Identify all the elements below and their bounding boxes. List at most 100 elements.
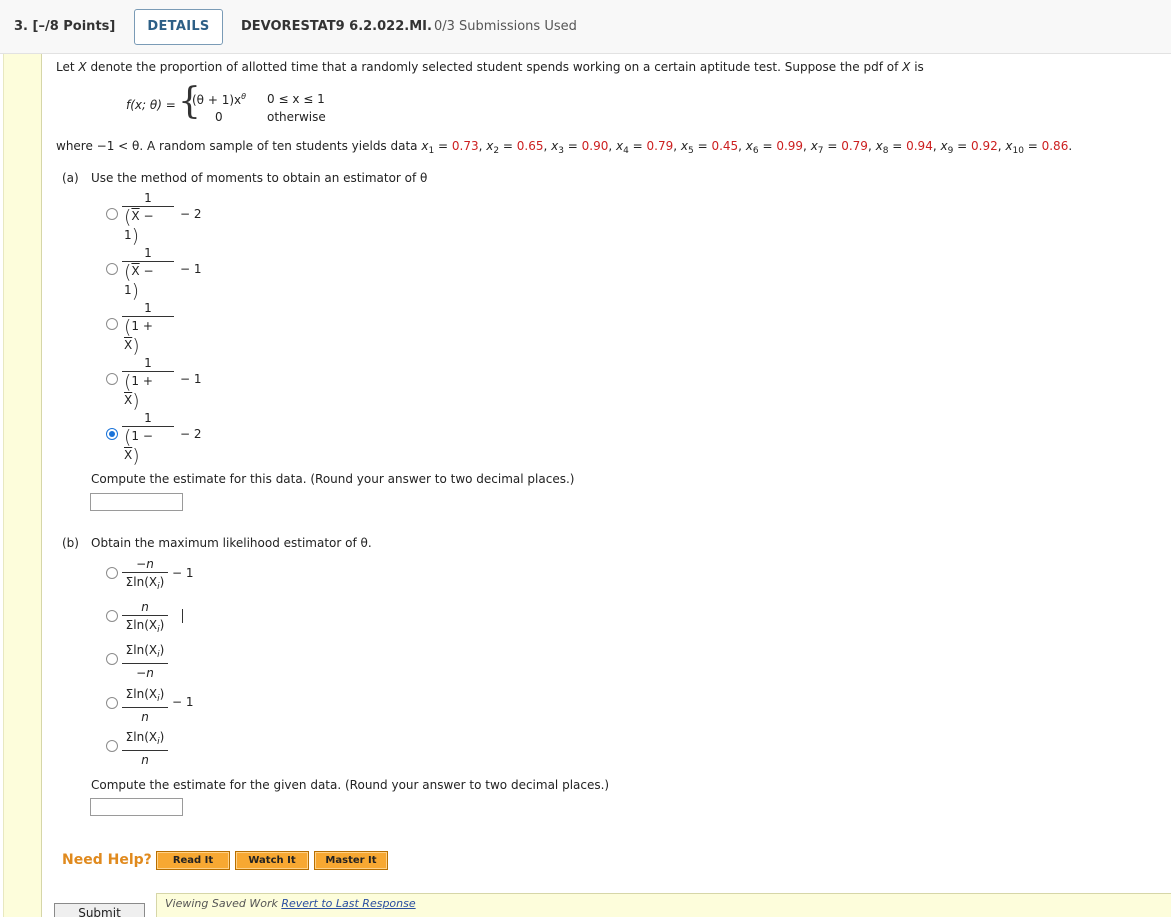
- part-a-option-1-fraction: 1 (X − 1): [122, 190, 174, 247]
- watch-it-button[interactable]: Watch It: [235, 851, 309, 870]
- part-a-option-3-fraction: 1 (1 + X): [122, 300, 174, 357]
- problem-code: DEVORESTAT9 6.2.022.MI.: [241, 19, 432, 34]
- part-b-radio-1[interactable]: [106, 567, 118, 579]
- data-var: x: [810, 139, 818, 153]
- data-subscript: 3: [558, 146, 564, 156]
- problem-intro: Let X denote the proportion of allotted …: [56, 60, 924, 74]
- fraction-numerator: 1: [144, 301, 152, 315]
- data-value: 0.94: [906, 139, 933, 153]
- data-var: x: [940, 139, 948, 153]
- fraction-denominator: Σln(Xi): [125, 575, 165, 592]
- part-b-option-1-fraction: −n Σln(Xi): [122, 556, 168, 596]
- part-a-radio-5-selected[interactable]: [106, 428, 118, 440]
- data-subscript: 2: [493, 146, 500, 156]
- fraction-denominator: n: [141, 710, 149, 724]
- need-help-label: Need Help?: [62, 852, 152, 868]
- data-var: x: [875, 139, 883, 153]
- fraction-numerator: Σln(Xi): [125, 687, 165, 704]
- num-sum: Σln(X: [125, 687, 158, 701]
- fraction-denominator: n: [141, 753, 149, 767]
- revert-link[interactable]: Revert to Last Response: [281, 897, 415, 910]
- part-b-option-3-fraction: Σln(Xi) −n: [122, 642, 168, 682]
- data-value: 0.86: [1041, 139, 1069, 153]
- part-b-option-4-suffix: − 1: [172, 695, 194, 709]
- data-value: 0.73: [451, 139, 479, 153]
- part-a-radio-1[interactable]: [106, 208, 118, 220]
- fraction-denominator: −n: [136, 666, 154, 680]
- fraction-numerator: −n: [136, 557, 154, 571]
- fraction-numerator: 1: [144, 356, 152, 370]
- saved-work-bar: Viewing Saved Work Revert to Last Respon…: [156, 893, 1171, 917]
- fraction-numerator: 1: [144, 191, 152, 205]
- pdf-case2: 0: [215, 110, 223, 124]
- den-pre: 1 +: [131, 319, 153, 333]
- part-b-answer-input[interactable]: [90, 798, 183, 816]
- fraction-denominator: (X − 1): [124, 261, 154, 302]
- part-a-option-2-suffix: − 1: [180, 262, 202, 276]
- part-a-option-4-suffix: − 1: [180, 372, 202, 386]
- part-b-option-2-fraction: n Σln(Xi): [122, 599, 168, 639]
- intro-var-x: X: [78, 60, 87, 74]
- saved-work-label: Viewing Saved Work: [165, 897, 282, 910]
- master-it-button[interactable]: Master It: [314, 851, 388, 870]
- question-number: 3. [–/8 Points]: [14, 19, 116, 34]
- data-value: 0.90: [581, 139, 609, 153]
- data-subscript: 10: [1012, 146, 1024, 156]
- part-a-radio-4[interactable]: [106, 373, 118, 385]
- part-b-radio-4[interactable]: [106, 697, 118, 709]
- x-bar: X: [124, 393, 133, 407]
- x-bar: X: [131, 209, 140, 223]
- fraction-denominator: (1 + X): [124, 316, 153, 357]
- pdf-case1-expr: (θ + 1)x: [192, 93, 242, 107]
- part-b-radio-2[interactable]: [106, 610, 118, 622]
- intro-text-a: Let: [56, 60, 79, 74]
- data-subscript: 8: [882, 146, 889, 156]
- x-bar: X: [131, 264, 140, 278]
- part-a-answer-input[interactable]: [90, 493, 183, 511]
- part-b-compute-prompt: Compute the estimate for the given data.…: [91, 778, 610, 792]
- data-value: 0.99: [776, 139, 804, 153]
- part-a-radio-3[interactable]: [106, 318, 118, 330]
- num-sum: Σln(X: [125, 643, 158, 657]
- x-bar: X: [124, 448, 133, 462]
- data-value: 0.92: [971, 139, 998, 153]
- part-b-radio-5[interactable]: [106, 740, 118, 752]
- data-value: 0.79: [646, 139, 674, 153]
- data-value: 0.65: [516, 139, 544, 153]
- data-subscript: 5: [688, 146, 694, 156]
- fraction-numerator: 1: [144, 411, 152, 425]
- read-it-button[interactable]: Read It: [156, 851, 230, 870]
- fraction-denominator: (X − 1): [124, 206, 154, 247]
- data-subscript: 9: [947, 146, 954, 156]
- part-b-option-4-fraction: Σln(Xi) n: [122, 686, 168, 726]
- part-a-prompt: Use the method of moments to obtain an e…: [91, 171, 428, 185]
- fraction-numerator: Σln(Xi): [125, 730, 165, 747]
- details-button[interactable]: DETAILS: [134, 9, 223, 45]
- fraction-numerator: 1: [144, 246, 152, 260]
- data-subscript: 1: [428, 146, 435, 156]
- submit-answer-button[interactable]: Submit Answer: [54, 903, 145, 917]
- question-header: 3. [–/8 Points] DETAILS DEVORESTAT9 6.2.…: [0, 0, 1171, 54]
- data-subscript: 6: [752, 146, 759, 156]
- pdf-cond2: otherwise: [267, 110, 326, 124]
- pdf-lhs: f(x; θ) =: [126, 98, 176, 112]
- data-value: 0.79: [841, 139, 868, 153]
- fraction-denominator: (1 + X): [124, 371, 153, 412]
- part-a-option-1-suffix: − 2: [180, 207, 202, 221]
- data-subscript: 7: [817, 146, 824, 156]
- intro-text-b: denote the proportion of allotted time t…: [86, 60, 903, 74]
- part-b-label: (b): [62, 536, 79, 550]
- part-a-label: (a): [62, 171, 79, 185]
- pdf-case1: (θ + 1)xθ: [192, 92, 246, 107]
- part-b-radio-3[interactable]: [106, 653, 118, 665]
- pdf-cond1: 0 ≤ x ≤ 1: [267, 92, 325, 106]
- part-a-option-5-suffix: − 2: [180, 427, 202, 441]
- fraction-numerator: Σln(Xi): [125, 643, 165, 660]
- den-sum: Σln(X: [125, 618, 158, 632]
- fraction-numerator: n: [141, 600, 149, 614]
- fraction-denominator: Σln(Xi): [125, 618, 165, 635]
- part-a-option-5-fraction: 1 (1 − X): [122, 410, 174, 466]
- den-pre: 1 +: [131, 374, 153, 388]
- where-text: where −1 < θ. A random sample of ten stu…: [56, 139, 422, 153]
- part-a-radio-2[interactable]: [106, 263, 118, 275]
